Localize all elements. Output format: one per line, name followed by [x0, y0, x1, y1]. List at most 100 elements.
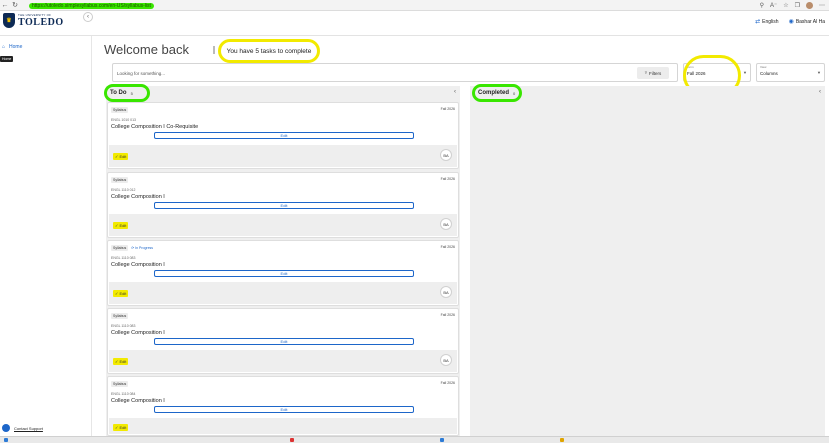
syllabus-tag: Syllabus — [111, 245, 129, 251]
course-title: College Composition I — [111, 262, 165, 268]
collapse-sidebar-button[interactable]: ‹ — [83, 12, 93, 22]
course-title: College Composition I — [111, 398, 165, 404]
course-code: ENGL 1110 083 — [111, 256, 136, 260]
contact-support-link[interactable]: Contact Support — [2, 424, 43, 432]
filter-icon: ▿ — [644, 70, 647, 75]
card-footer: ✓ Edit — [109, 418, 457, 434]
status-text: Edit — [119, 291, 127, 296]
course-title: College Composition I — [111, 194, 165, 200]
status-text: Edit — [119, 223, 127, 228]
university-logo[interactable]: ♛ THE UNIVERSITY OF TOLEDO — [3, 13, 64, 28]
avatar[interactable]: BA — [440, 354, 452, 366]
read-aloud-icon[interactable]: A⁻ — [770, 2, 777, 9]
app-header: ♛ THE UNIVERSITY OF TOLEDO ⇄ English ◉ B… — [0, 11, 829, 36]
card-tags: Syllabus — [111, 381, 131, 387]
collections-icon[interactable]: ❐ — [795, 2, 800, 9]
todo-column: To Do 5 ‹ Syllabus Fall 2026 ENGL 1010 0… — [104, 84, 460, 436]
task-card[interactable]: Syllabus Fall 2026 ENGL 1110 084 College… — [107, 376, 459, 436]
avatar[interactable]: BA — [440, 218, 452, 230]
taskbar-app-icon[interactable] — [440, 438, 444, 442]
collapse-column-icon[interactable]: ‹ — [819, 89, 821, 95]
search-bar: ▿ Filters — [112, 63, 678, 82]
search-input[interactable] — [117, 68, 517, 78]
view-label: View — [760, 65, 767, 69]
card-term: Fall 2026 — [440, 313, 455, 317]
status-tag: ✓ Edit — [113, 153, 129, 160]
card-term: Fall 2026 — [440, 245, 455, 249]
favorite-icon[interactable]: ☆ — [783, 2, 788, 9]
sidebar-item-label: Home — [9, 44, 23, 50]
task-card[interactable]: Syllabus Fall 2026 ENGL 1010 013 College… — [107, 102, 459, 169]
syllabus-tag: Syllabus — [111, 313, 129, 319]
header-actions: ⇄ English ◉ Bashar Al Ha — [755, 18, 825, 26]
syllabus-tag: Syllabus — [111, 177, 129, 183]
syllabus-tag: Syllabus — [111, 107, 129, 113]
course-title: College Composition I Co-Requisite — [111, 124, 199, 130]
card-tags: Syllabus — [111, 313, 131, 319]
todo-title-text: To Do — [110, 90, 127, 96]
status-text: Edit — [119, 154, 127, 159]
course-code: ENGL 1110 084 — [111, 392, 136, 396]
completed-column-header: Completed 0 ‹ — [470, 84, 825, 102]
card-term: Fall 2026 — [440, 177, 455, 181]
taskbar-app-icon[interactable] — [560, 438, 564, 442]
syllabus-tag: Syllabus — [111, 381, 129, 387]
status-text: Edit — [119, 359, 127, 364]
status-text: Edit — [119, 425, 127, 430]
completed-column-title: Completed 0 — [472, 84, 522, 102]
status-tag: ✓ Edit — [113, 222, 129, 229]
task-card[interactable]: Syllabus ⟳ In Progress Fall 2026 ENGL 11… — [107, 240, 459, 306]
windows-start-icon[interactable] — [4, 438, 8, 442]
chevron-left-icon: ‹ — [87, 14, 89, 20]
user-menu[interactable]: ◉ Bashar Al Ha — [789, 18, 825, 26]
browser-actions: ⚲ A⁻ ☆ ❐ ⋯ — [760, 0, 825, 11]
edit-button[interactable]: Edit — [154, 406, 414, 413]
filters-button[interactable]: ▿ Filters — [637, 67, 669, 79]
card-tags: Syllabus — [111, 177, 131, 183]
avatar[interactable]: BA — [440, 149, 452, 161]
language-selector[interactable]: ⇄ English — [755, 18, 778, 26]
taskbar-app-icon[interactable] — [290, 438, 294, 442]
completed-count: 0 — [513, 90, 516, 96]
todo-column-header: To Do 5 ‹ — [104, 84, 460, 102]
refresh-icon[interactable]: ↻ — [10, 0, 20, 10]
view-value: Columns — [760, 71, 778, 76]
edit-button[interactable]: Edit — [154, 202, 414, 209]
task-card[interactable]: Syllabus Fall 2026 ENGL 1110 083 College… — [107, 308, 459, 374]
task-card[interactable]: Syllabus Fall 2026 ENGL 1110 012 College… — [107, 172, 459, 238]
edit-button[interactable]: Edit — [154, 338, 414, 345]
card-footer: ✓ Edit BA — [109, 350, 457, 372]
edit-button[interactable]: Edit — [154, 270, 414, 277]
zoom-icon[interactable]: ⚲ — [760, 2, 764, 9]
collapse-column-icon[interactable]: ‹ — [454, 89, 456, 95]
card-footer: ✓ Edit BA — [109, 145, 457, 167]
completed-title-text: Completed — [478, 90, 510, 96]
more-icon[interactable]: ⋯ — [819, 2, 825, 9]
todo-column-title: To Do 5 — [104, 84, 150, 102]
view-select[interactable]: View Columns ▼ — [756, 63, 825, 82]
home-icon: ⌂ — [2, 44, 6, 50]
status-tag: ✓ Edit — [113, 290, 129, 297]
profile-avatar[interactable] — [806, 2, 813, 9]
avatar[interactable]: BA — [440, 286, 452, 298]
page-title: Welcome back — [104, 42, 190, 57]
caret-down-icon: ▼ — [743, 70, 747, 75]
status-tag: ✓ Edit — [113, 424, 129, 431]
browser-toolbar: ← ↻ https://utoledo.simplesyllabus.com/e… — [0, 0, 829, 11]
todo-count: 5 — [130, 90, 133, 96]
completed-column: Completed 0 ‹ — [470, 84, 825, 436]
user-name: Bashar Al Ha — [795, 18, 825, 25]
back-icon[interactable]: ← — [0, 0, 10, 10]
os-taskbar — [0, 436, 829, 443]
sidebar-item-home[interactable]: ⌂ Home — [2, 44, 22, 50]
edit-button[interactable]: Edit — [154, 132, 414, 139]
sidebar: ⌂ Home Home Contact Support — [0, 36, 92, 436]
progress-text: In Progress — [135, 246, 154, 250]
address-bar[interactable]: https://utoledo.simplesyllabus.com/en-US… — [26, 1, 186, 10]
shield-icon: ♛ — [3, 13, 15, 28]
caret-down-icon: ▼ — [817, 70, 821, 75]
card-footer: ✓ Edit BA — [109, 282, 457, 304]
card-tags: Syllabus — [111, 107, 131, 113]
status-tag: ✓ Edit — [113, 358, 129, 365]
translate-icon: ⇄ — [755, 19, 761, 25]
